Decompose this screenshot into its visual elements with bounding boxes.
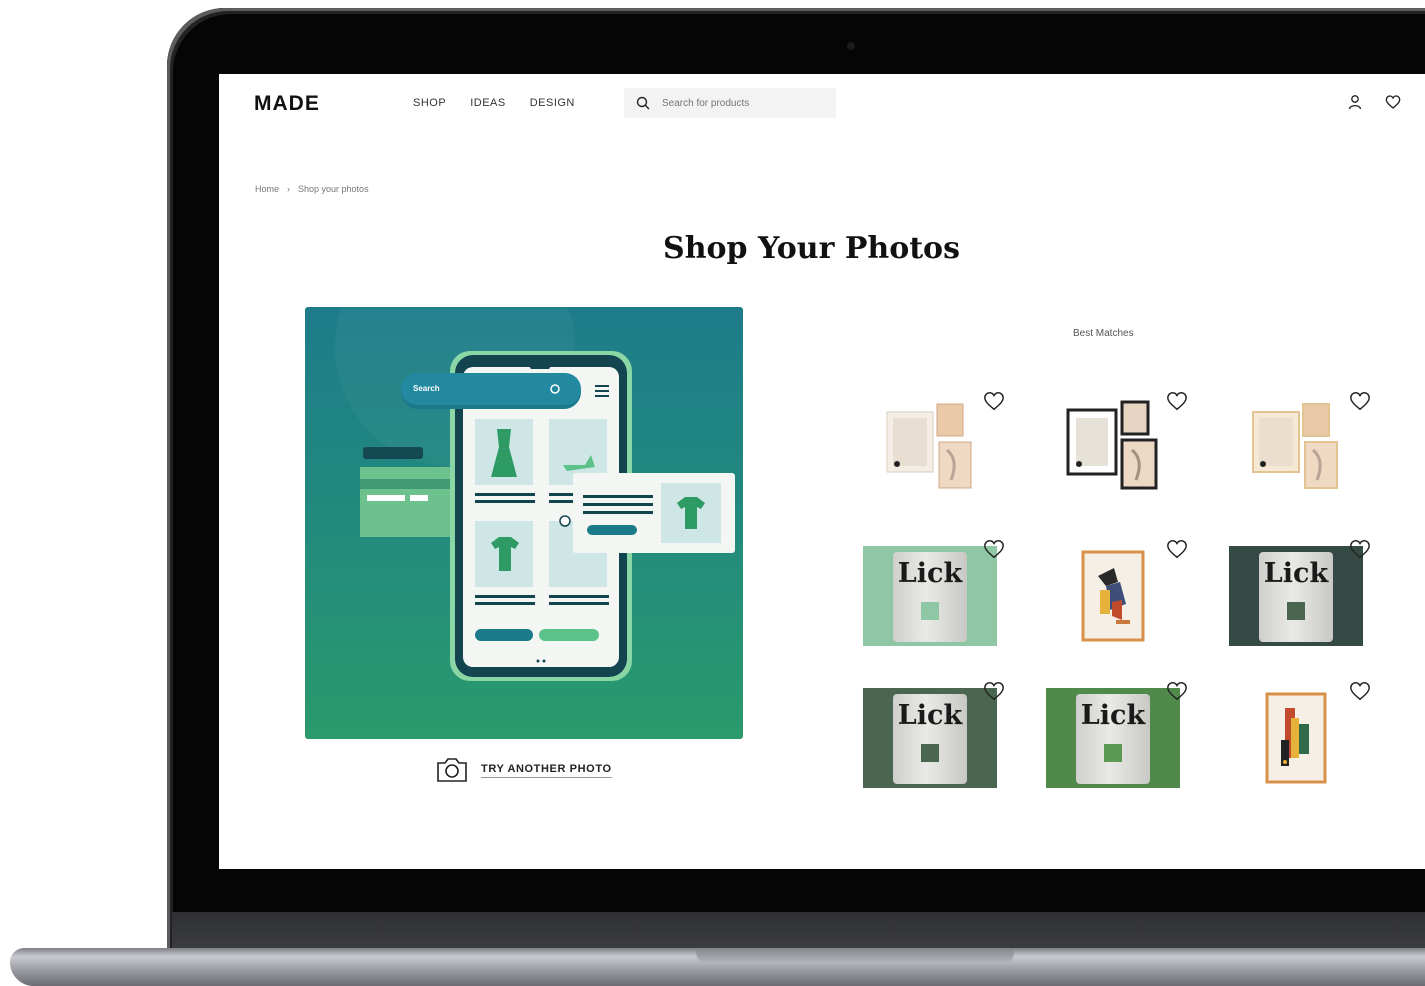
breadcrumb: Home › Shop your photos	[255, 184, 369, 194]
account-icon[interactable]	[1347, 94, 1363, 110]
wishlist-heart-icon[interactable]	[1349, 680, 1371, 702]
breadcrumb-current: Shop your photos	[298, 184, 369, 194]
product-brand-text: Lick	[897, 700, 963, 731]
heart-icon[interactable]	[1385, 94, 1401, 110]
nav-design[interactable]: DESIGN	[530, 97, 575, 109]
product-image-lick-tin: Lick	[1229, 546, 1363, 646]
product-image-frames	[1066, 400, 1158, 490]
try-another-photo-button[interactable]: TRY ANOTHER PHOTO	[435, 756, 612, 784]
try-another-photo-label: TRY ANOTHER PHOTO	[481, 763, 612, 778]
header-icons	[1347, 94, 1401, 110]
search-icon	[636, 96, 650, 110]
webcam	[847, 42, 855, 50]
website-screen: MADE SHOP IDEAS DESIGN Home › Shop your …	[219, 74, 1425, 869]
tin-label-swatch	[921, 744, 939, 762]
wishlist-heart-icon[interactable]	[983, 390, 1005, 412]
product-brand-text: Lick	[897, 558, 963, 589]
product-image-abstract-print	[1265, 692, 1327, 784]
product-card[interactable]: Lick	[863, 540, 1004, 648]
wishlist-heart-icon[interactable]	[1349, 538, 1371, 560]
product-brand-text: Lick	[1080, 700, 1146, 731]
product-card[interactable]: Lick	[1046, 682, 1187, 790]
product-card[interactable]	[1229, 390, 1370, 492]
product-image-lick-tin: Lick	[863, 546, 997, 646]
best-matches-heading: Best Matches	[1073, 328, 1134, 339]
search-bar[interactable]	[624, 88, 836, 118]
breadcrumb-home[interactable]: Home	[255, 184, 279, 194]
main-nav: SHOP IDEAS DESIGN	[413, 97, 575, 109]
chevron-right-icon: ›	[287, 184, 291, 194]
nav-ideas[interactable]: IDEAS	[470, 97, 506, 109]
product-card[interactable]	[1229, 682, 1370, 790]
wishlist-heart-icon[interactable]	[1166, 538, 1188, 560]
product-card[interactable]: Lick	[863, 682, 1004, 790]
illustration-search-label: Search	[413, 384, 440, 393]
uploaded-photo: Search	[305, 307, 743, 739]
search-input[interactable]	[660, 96, 824, 110]
wishlist-heart-icon[interactable]	[1166, 680, 1188, 702]
product-image-lick-tin: Lick	[1046, 688, 1180, 788]
product-card[interactable]: Lick	[1229, 540, 1370, 648]
tin-label-swatch	[921, 602, 939, 620]
camera-icon	[437, 758, 467, 782]
shopping-app-illustration	[335, 307, 735, 681]
product-image-abstract-print	[1081, 550, 1145, 642]
page-title: Shop Your Photos	[663, 231, 960, 266]
laptop-chin	[172, 912, 1425, 948]
wishlist-heart-icon[interactable]	[983, 680, 1005, 702]
brand-logo[interactable]: MADE	[254, 92, 320, 116]
product-card[interactable]	[863, 390, 1004, 492]
product-card[interactable]	[1046, 540, 1187, 648]
product-image-lick-tin: Lick	[863, 688, 997, 788]
product-image-frames	[1252, 403, 1338, 489]
wishlist-heart-icon[interactable]	[983, 538, 1005, 560]
product-image-frames	[886, 403, 972, 489]
wishlist-heart-icon[interactable]	[1166, 390, 1188, 412]
product-card[interactable]	[1046, 390, 1187, 492]
nav-shop[interactable]: SHOP	[413, 97, 446, 109]
tin-label-swatch	[1287, 602, 1305, 620]
product-brand-text: Lick	[1263, 558, 1329, 589]
wishlist-heart-icon[interactable]	[1349, 390, 1371, 412]
tin-label-swatch	[1104, 744, 1122, 762]
laptop-hinge	[696, 950, 1014, 964]
